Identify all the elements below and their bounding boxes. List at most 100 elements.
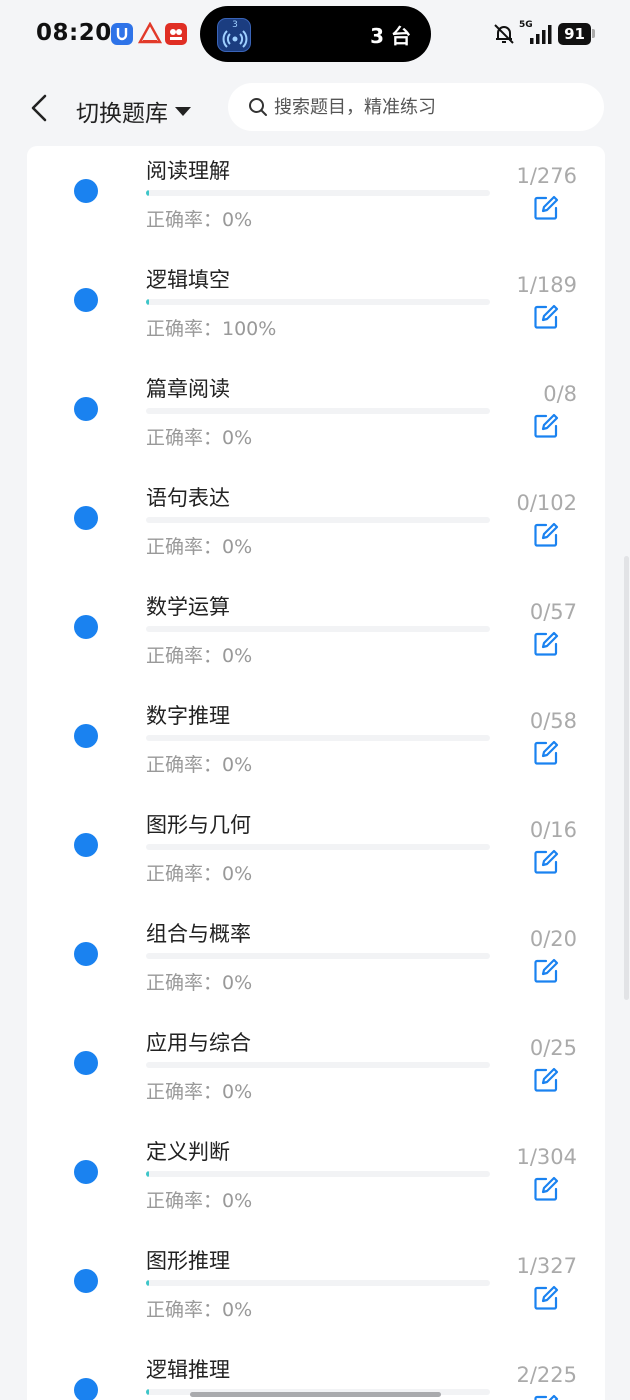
edit-icon[interactable] bbox=[532, 194, 560, 222]
edit-icon[interactable] bbox=[532, 1175, 560, 1203]
item-count: 1/189 bbox=[516, 273, 577, 297]
dynamic-island[interactable]: 3 3 台 bbox=[200, 6, 431, 62]
list-item[interactable]: 图形推理正确率：0% 1/327 bbox=[27, 1228, 605, 1337]
list-item[interactable]: 逻辑推理 2/225 bbox=[27, 1337, 605, 1400]
battery-level: 91 bbox=[558, 23, 591, 45]
list-item[interactable]: 数字推理 正确率：0% 0/58 bbox=[27, 683, 605, 792]
status-time: 08:20 bbox=[36, 20, 112, 46]
progress-track bbox=[146, 190, 490, 196]
back-icon[interactable] bbox=[26, 90, 54, 126]
progress-fill bbox=[146, 1171, 149, 1177]
switch-bank-dropdown[interactable]: 切换题库 bbox=[76, 94, 191, 128]
item-title: 逻辑填空 bbox=[146, 268, 230, 292]
wifi-broadcast-icon bbox=[222, 30, 248, 48]
scrollbar[interactable] bbox=[624, 556, 629, 1000]
status-dot bbox=[74, 1269, 98, 1293]
item-count: 1/276 bbox=[516, 164, 577, 188]
status-dot bbox=[74, 506, 98, 530]
caret-down-icon bbox=[175, 106, 191, 116]
item-count: 0/102 bbox=[516, 491, 577, 515]
home-indicator[interactable] bbox=[190, 1392, 441, 1397]
item-title: 组合与概率 bbox=[146, 922, 251, 946]
status-dot bbox=[74, 615, 98, 639]
item-count: 0/20 bbox=[529, 927, 577, 951]
item-title: 应用与综合 bbox=[146, 1031, 251, 1055]
list-item[interactable]: 定义判断正确率：0% 1/304 bbox=[27, 1119, 605, 1228]
progress-track bbox=[146, 844, 490, 850]
item-accuracy: 正确率：0% bbox=[146, 1190, 253, 1212]
progress-track bbox=[146, 1062, 490, 1068]
item-accuracy: 正确率：0% bbox=[146, 972, 253, 994]
status-dot bbox=[74, 1378, 98, 1400]
edit-icon[interactable] bbox=[532, 739, 560, 767]
list-item[interactable]: 图形与几何正确率：0% 0/16 bbox=[27, 792, 605, 901]
item-count: 1/327 bbox=[516, 1254, 577, 1278]
list-item[interactable]: 阅读理解正确率：0% 1/276 bbox=[27, 138, 605, 247]
item-title: 图形与几何 bbox=[146, 813, 251, 837]
search-icon bbox=[249, 98, 267, 116]
edit-icon[interactable] bbox=[532, 412, 560, 440]
signal-icon bbox=[530, 25, 552, 44]
item-count: 0/57 bbox=[529, 600, 577, 624]
item-title: 阅读理解 bbox=[146, 159, 230, 183]
status-dot bbox=[74, 397, 98, 421]
progress-track bbox=[146, 517, 490, 523]
edit-icon[interactable] bbox=[532, 630, 560, 658]
status-dot bbox=[74, 1051, 98, 1075]
item-accuracy: 正确率：0% bbox=[146, 1299, 253, 1321]
edit-icon[interactable] bbox=[532, 1066, 560, 1094]
item-title: 语句表达 bbox=[146, 486, 230, 510]
status-dot bbox=[74, 833, 98, 857]
item-title: 逻辑推理 bbox=[146, 1358, 230, 1382]
search-bar[interactable] bbox=[228, 83, 604, 131]
status-dot bbox=[74, 942, 98, 966]
search-input[interactable] bbox=[274, 96, 594, 118]
progress-track bbox=[146, 953, 490, 959]
item-title: 图形推理 bbox=[146, 1249, 230, 1273]
list-item[interactable]: 篇章阅读正确率：0% 0/8 bbox=[27, 356, 605, 465]
item-accuracy: 正确率：0% bbox=[146, 209, 253, 231]
question-bank-list: 阅读理解 正确率：0% 1/276 逻辑填空 正确率：100% 1/189 篇章阅读 正确率：… bbox=[27, 146, 605, 1400]
item-title: 数学运算 bbox=[146, 595, 230, 619]
item-accuracy: 正确率：0% bbox=[146, 536, 253, 558]
edit-icon[interactable] bbox=[532, 303, 560, 331]
progress-fill bbox=[146, 190, 149, 196]
item-accuracy: 正确率：100% bbox=[146, 318, 277, 340]
item-count: 0/25 bbox=[529, 1036, 577, 1060]
status-dot bbox=[74, 724, 98, 748]
progress-fill bbox=[146, 299, 149, 305]
item-title: 篇章阅读 bbox=[146, 377, 230, 401]
progress-track bbox=[146, 408, 490, 414]
edit-icon[interactable] bbox=[532, 848, 560, 876]
list-item[interactable]: 应用与综合 正确率：0% 0/25 bbox=[27, 1010, 605, 1119]
hotspot-app-icon: 3 bbox=[217, 18, 251, 52]
item-title: 数字推理 bbox=[146, 704, 230, 728]
item-count: 0/58 bbox=[529, 709, 577, 733]
edit-icon[interactable] bbox=[532, 1284, 560, 1312]
list-item[interactable]: 组合与概率正确率：0% 0/20 bbox=[27, 901, 605, 1010]
item-accuracy: 正确率：0% bbox=[146, 427, 253, 449]
pinduoduo-app-icon bbox=[165, 23, 187, 45]
edit-icon[interactable] bbox=[532, 1393, 560, 1400]
progress-track bbox=[146, 299, 490, 305]
item-title: 定义判断 bbox=[146, 1140, 230, 1164]
item-accuracy: 正确率：0% bbox=[146, 645, 253, 667]
edit-icon[interactable] bbox=[532, 957, 560, 985]
item-count: 0/8 bbox=[543, 382, 577, 406]
list-item[interactable]: 数学运算正确率：0% 0/57 bbox=[27, 574, 605, 683]
battery-tip bbox=[592, 29, 595, 38]
progress-track bbox=[146, 1280, 490, 1286]
edit-icon[interactable] bbox=[532, 521, 560, 549]
bank-app-icon bbox=[138, 22, 162, 44]
item-count: 1/304 bbox=[516, 1145, 577, 1169]
switch-bank-label: 切换题库 bbox=[76, 101, 168, 127]
status-dot bbox=[74, 179, 98, 203]
item-count: 0/16 bbox=[529, 818, 577, 842]
list-item[interactable]: 逻辑填空正确率：100% 1/189 bbox=[27, 247, 605, 356]
progress-fill bbox=[146, 1389, 150, 1395]
item-accuracy: 正确率：0% bbox=[146, 863, 253, 885]
status-dot bbox=[74, 288, 98, 312]
status-bar: 08:20 3 3 台 5G 91 bbox=[0, 0, 630, 70]
progress-track bbox=[146, 626, 490, 632]
list-item[interactable]: 语句表达正确率：0% 0/102 bbox=[27, 465, 605, 574]
